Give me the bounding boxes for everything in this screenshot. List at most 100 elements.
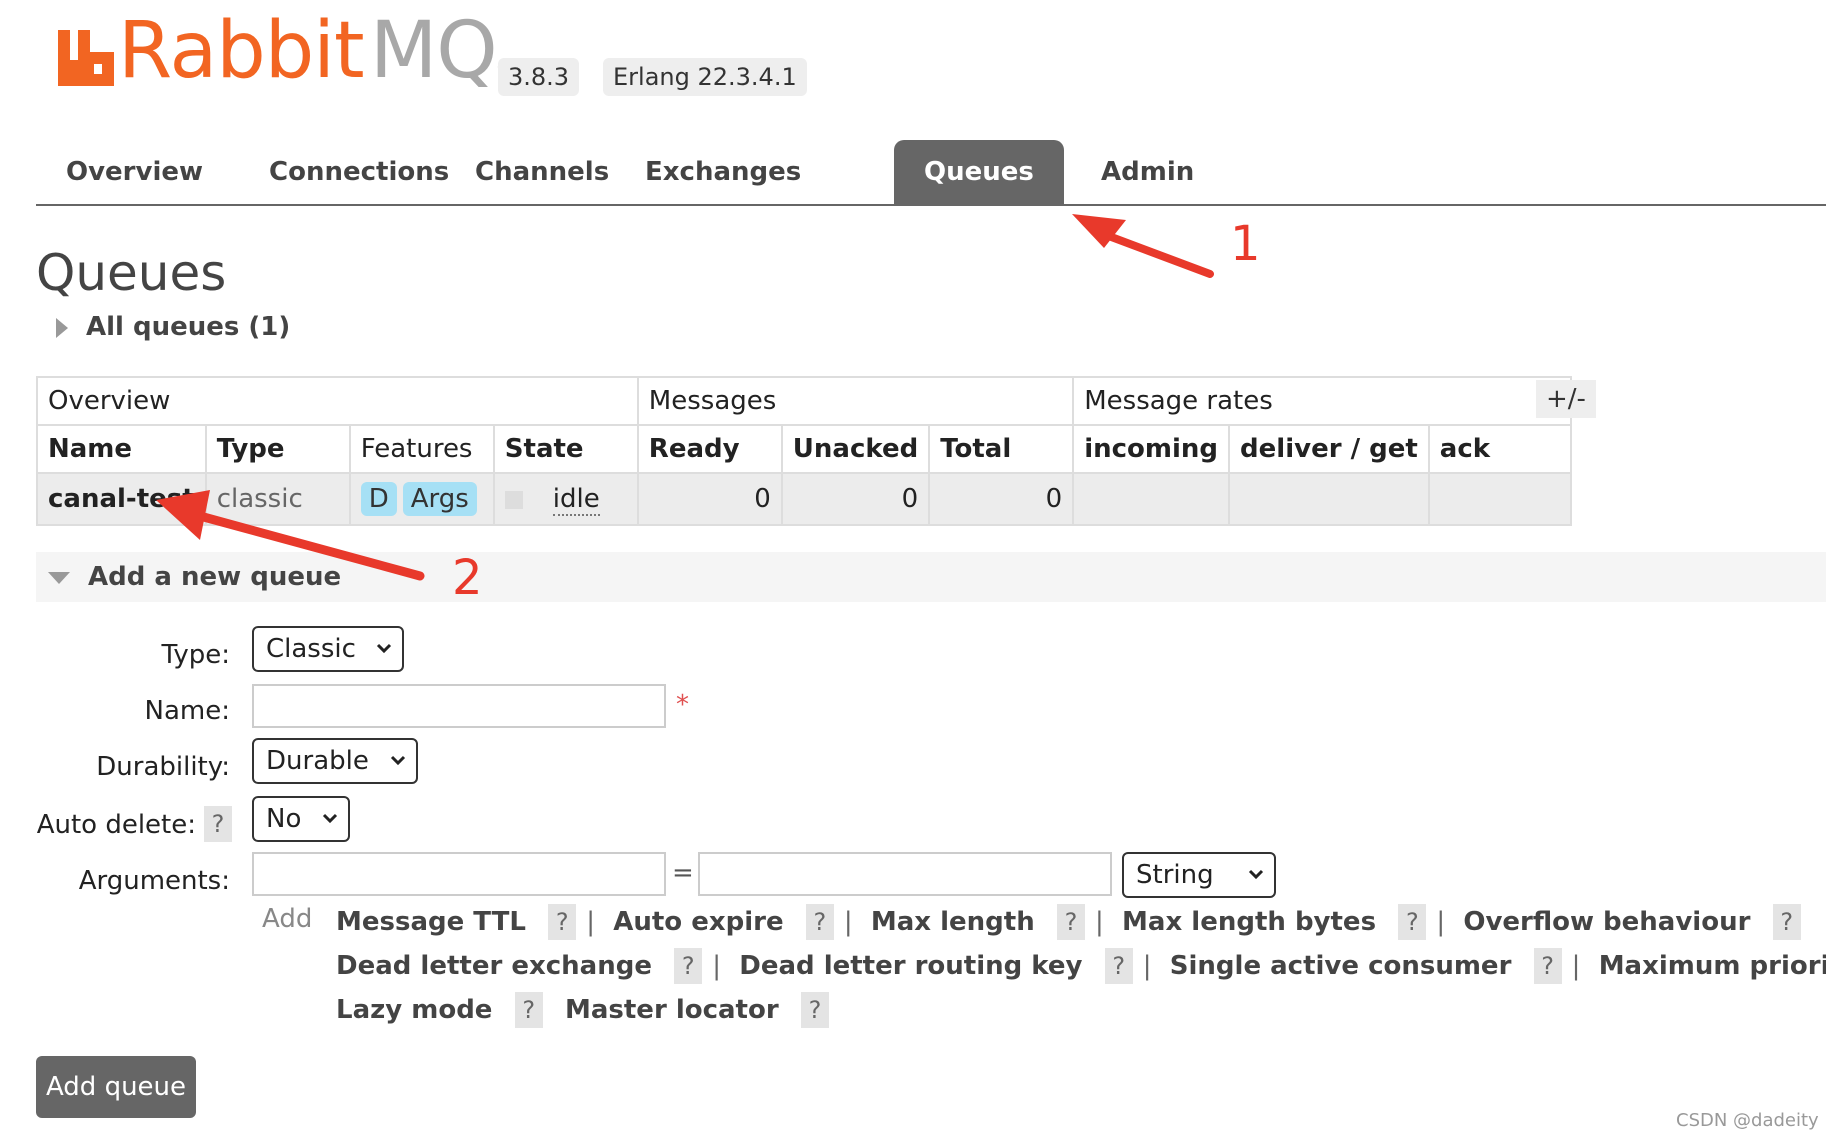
arg-auto-expire-link[interactable]: Auto expire	[613, 907, 783, 937]
arg-overflow-behaviour-link[interactable]: Overflow behaviour	[1463, 907, 1750, 937]
auto-delete-label: Auto delete:	[36, 810, 196, 840]
all-queues-toggle[interactable]: All queues (1)	[56, 312, 290, 342]
add-queue-toggle[interactable]: Add a new queue	[48, 562, 341, 592]
col-features: Features	[348, 424, 495, 474]
group-message-rates: Message rates	[1072, 376, 1572, 426]
add-queue-section-label: Add a new queue	[88, 562, 342, 592]
help-icon[interactable]: ?	[1398, 904, 1427, 940]
tab-channels[interactable]: Channels	[445, 140, 639, 204]
tab-admin[interactable]: Admin	[1071, 140, 1224, 204]
watermark: CSDN @dadeity	[1676, 1110, 1819, 1131]
separator: |	[1571, 951, 1581, 981]
collapse-triangle-icon	[48, 571, 70, 584]
name-label: Name:	[144, 696, 230, 726]
help-icon[interactable]: ?	[674, 948, 703, 984]
separator: |	[712, 951, 721, 981]
argument-shortcuts-row-3: Lazy mode ? Master locator ?	[336, 992, 829, 1028]
separator: |	[586, 907, 595, 937]
help-icon[interactable]: ?	[805, 904, 834, 940]
help-icon[interactable]: ?	[514, 992, 543, 1028]
equals-sign: =	[672, 858, 694, 888]
col-total[interactable]: Total	[928, 424, 1075, 474]
arg-lazy-mode-link[interactable]: Lazy mode	[336, 995, 492, 1025]
type-select-value: Classic	[266, 634, 356, 664]
col-incoming[interactable]: incoming	[1072, 424, 1231, 474]
rabbitmq-logo-icon	[58, 30, 114, 86]
arg-max-length-link[interactable]: Max length	[871, 907, 1035, 937]
main-nav-tabs: Overview Connections Channels Exchanges …	[36, 140, 1826, 206]
argument-key-input[interactable]	[252, 852, 666, 896]
tab-exchanges[interactable]: Exchanges	[615, 140, 831, 204]
argument-value-input[interactable]	[698, 852, 1112, 896]
queue-features: D Args	[348, 472, 495, 526]
feature-args-badge: Args	[402, 482, 477, 516]
auto-delete-select-value: No	[266, 804, 302, 834]
logo-text-mq: MQ	[370, 6, 498, 96]
col-state[interactable]: State	[492, 424, 639, 474]
arg-maximum-priority-link[interactable]: Maximum priority	[1599, 951, 1826, 981]
arg-message-ttl-link[interactable]: Message TTL	[336, 907, 526, 937]
queue-ack	[1427, 472, 1572, 526]
arg-master-locator-link[interactable]: Master locator	[565, 995, 779, 1025]
col-unacked[interactable]: Unacked	[780, 424, 931, 474]
tab-connections[interactable]: Connections	[239, 140, 479, 204]
durability-select-value: Durable	[266, 746, 369, 776]
type-select[interactable]: Classic	[252, 626, 404, 672]
col-ready[interactable]: Ready	[636, 424, 783, 474]
argument-type-select-value: String	[1136, 860, 1214, 890]
arg-single-active-consumer-link[interactable]: Single active consumer	[1170, 951, 1512, 981]
table-row: canal-test classic D Args idle 0 0 0	[36, 472, 1572, 526]
chevron-down-icon	[390, 755, 406, 766]
queue-name-input[interactable]	[252, 684, 666, 728]
help-icon[interactable]: ?	[800, 992, 829, 1028]
column-toggle-button[interactable]: +/-	[1536, 380, 1596, 418]
expand-triangle-icon	[56, 317, 68, 338]
queue-deliver-get	[1228, 472, 1430, 526]
required-mark: *	[676, 690, 689, 720]
queue-state-label: idle	[552, 484, 600, 516]
type-label: Type:	[161, 640, 230, 670]
queue-state: idle	[492, 472, 639, 526]
help-icon[interactable]: ?	[1772, 904, 1801, 940]
chevron-down-icon	[1248, 869, 1264, 880]
table-group-header: Overview Messages Message rates	[36, 376, 1572, 426]
argument-type-select[interactable]: String	[1122, 852, 1276, 898]
arg-dead-letter-exchange-link[interactable]: Dead letter exchange	[336, 951, 652, 981]
queue-name-link[interactable]: canal-test	[36, 472, 207, 526]
add-queue-button[interactable]: Add queue	[36, 1056, 196, 1118]
col-ack[interactable]: ack	[1427, 424, 1572, 474]
arg-dead-letter-routing-key-link[interactable]: Dead letter routing key	[739, 951, 1082, 981]
version-badge: 3.8.3	[498, 58, 580, 96]
queue-incoming	[1072, 472, 1231, 526]
durability-label: Durability:	[96, 752, 230, 782]
col-deliver-get[interactable]: deliver / get	[1228, 424, 1430, 474]
queue-unacked: 0	[780, 472, 931, 526]
durability-select[interactable]: Durable	[252, 738, 418, 784]
help-icon[interactable]: ?	[1533, 948, 1562, 984]
auto-delete-select[interactable]: No	[252, 796, 350, 842]
auto-delete-help-icon[interactable]: ?	[204, 806, 232, 842]
argument-shortcuts-row-1: Message TTL ? | Auto expire ? | Max length…	[336, 904, 1801, 940]
annotation-label-1: 1	[1230, 216, 1261, 272]
page-title: Queues	[36, 244, 227, 302]
feature-durable-badge: D	[360, 482, 397, 516]
col-type[interactable]: Type	[204, 424, 351, 474]
queue-ready: 0	[636, 472, 783, 526]
erlang-version-badge: Erlang 22.3.4.1	[603, 58, 807, 96]
all-queues-label: All queues (1)	[86, 312, 291, 342]
separator: |	[843, 907, 853, 937]
col-name[interactable]: Name	[36, 424, 207, 474]
help-icon[interactable]: ?	[548, 904, 577, 940]
state-indicator-icon	[504, 490, 523, 509]
chevron-down-icon	[376, 643, 392, 654]
tab-overview[interactable]: Overview	[36, 140, 233, 204]
table-column-header: Name Type Features State Ready Unacked T…	[36, 424, 1572, 474]
help-icon[interactable]: ?	[1057, 904, 1086, 940]
group-overview: Overview	[36, 376, 639, 426]
tab-queues[interactable]: Queues	[894, 140, 1064, 204]
chevron-down-icon	[322, 813, 338, 824]
arg-max-length-bytes-link[interactable]: Max length bytes	[1122, 907, 1376, 937]
annotation-label-2: 2	[452, 550, 483, 606]
add-argument-label: Add	[262, 904, 313, 934]
help-icon[interactable]: ?	[1104, 948, 1133, 984]
